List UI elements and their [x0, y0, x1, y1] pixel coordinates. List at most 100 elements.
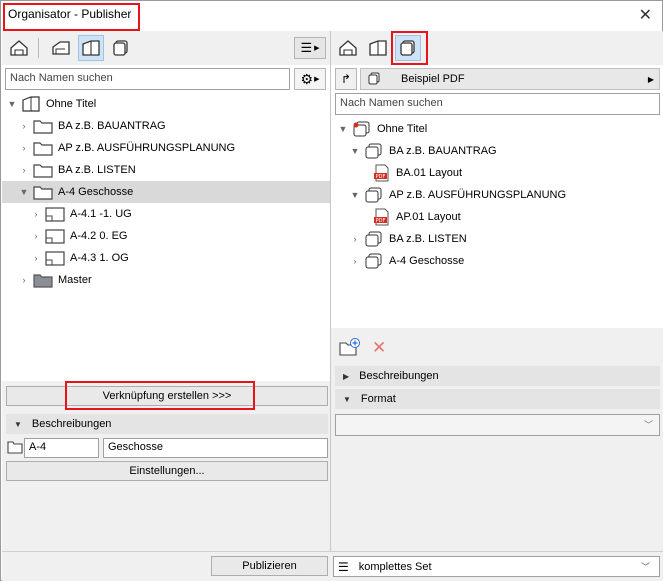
- right-format-header[interactable]: ▼ Format: [335, 389, 660, 409]
- layout-book-tab[interactable]: [78, 35, 104, 61]
- tree-item-label: BA z.B. LISTEN: [389, 233, 467, 245]
- chevron-down-icon: ﹀: [640, 562, 650, 572]
- view-map-tab[interactable]: [48, 35, 74, 61]
- project-map-icon: [10, 40, 28, 56]
- publisher-item-pdf[interactable]: PDF BA.01 Layout: [331, 162, 663, 184]
- tree-item-label: AP.01 Layout: [396, 211, 461, 223]
- left-descriptions-header[interactable]: ▼ Beschreibungen: [6, 414, 328, 434]
- tree-item-label: A-4.1 -1. UG: [70, 208, 132, 220]
- right-pane: ↱ Beispiel PDF ▶ Nach Namen suchen ▼ Ohn…: [331, 31, 663, 551]
- publisher-item-folder[interactable]: ▼ BA z.B. BAUANTRAG: [331, 140, 663, 162]
- tree-item-label: BA z.B. BAUANTRAG: [58, 120, 166, 132]
- publisher-folder-icon: [364, 231, 384, 247]
- right-search-input[interactable]: Nach Namen suchen: [335, 93, 660, 115]
- chevron-right-icon[interactable]: ›: [349, 234, 361, 244]
- tree-item-label: AP z.B. AUSFÜHRUNGSPLANUNG: [58, 142, 236, 154]
- chevron-right-icon[interactable]: ›: [18, 165, 30, 175]
- folder-icon: [33, 162, 53, 178]
- project-map-icon: [339, 40, 357, 56]
- tree-item-layout[interactable]: › A-4.3 1. OG: [2, 247, 330, 269]
- chevron-right-icon[interactable]: ›: [30, 231, 42, 241]
- folder-icon: [33, 184, 53, 200]
- chevron-right-icon[interactable]: ›: [18, 143, 30, 153]
- publisher-item-root[interactable]: ▼ Ohne Titel: [331, 118, 663, 140]
- tree-item-layout[interactable]: › A-4.2 0. EG: [2, 225, 330, 247]
- publisher-set-label: Beispiel PDF: [401, 73, 465, 85]
- up-level-button[interactable]: ↱: [335, 68, 357, 90]
- left-toolbar: ☰ ▶: [2, 31, 330, 65]
- publisher-item-folder[interactable]: › BA z.B. LISTEN: [331, 228, 663, 250]
- publisher-sets-tab[interactable]: [108, 35, 134, 61]
- tree-item-subset[interactable]: › AP z.B. AUSFÜHRUNGSPLANUNG: [2, 137, 330, 159]
- tree-item-subset[interactable]: › BA z.B. BAUANTRAG: [2, 115, 330, 137]
- chevron-down-icon[interactable]: ▼: [18, 187, 30, 197]
- section-label: Beschreibungen: [31, 418, 112, 430]
- publisher-set-dropdown[interactable]: Beispiel PDF ▶: [360, 68, 660, 90]
- publisher-folder-icon: [364, 187, 384, 203]
- delete-icon[interactable]: ✕: [372, 338, 386, 358]
- chevron-down-icon[interactable]: ▼: [6, 99, 18, 109]
- pdf-icon: PDF: [373, 164, 391, 182]
- left-pane: ☰ ▶ Nach Namen suchen ⚙ ▶ ▼ Ohne Titel › B…: [2, 31, 330, 551]
- tree-item-label: A-4.2 0. EG: [70, 230, 128, 242]
- tree-item-label: Ohne Titel: [46, 98, 97, 110]
- tree-item-subset-selected[interactable]: ▼ A-4 Geschosse: [2, 181, 330, 203]
- tree-item-label: BA z.B. LISTEN: [58, 164, 136, 176]
- project-map-tab[interactable]: [335, 35, 361, 61]
- section-label: Format: [360, 393, 396, 405]
- publisher-tab-highlight: [391, 31, 428, 65]
- tree-item-label: A-4 Geschosse: [389, 255, 465, 267]
- set-select[interactable]: ☰ komplettes Set ﹀: [333, 556, 660, 577]
- close-icon[interactable]: ✕: [639, 5, 652, 25]
- publish-button[interactable]: Publizieren: [211, 556, 328, 576]
- left-search-input[interactable]: Nach Namen suchen: [5, 68, 290, 90]
- chevron-right-icon[interactable]: ›: [349, 256, 361, 266]
- publisher-item-folder[interactable]: ▼ AP z.B. AUSFÜHRUNGSPLANUNG: [331, 184, 663, 206]
- triangle-right-icon: ▶: [343, 371, 350, 381]
- tree-item-label: Master: [58, 274, 92, 286]
- organizer-window: Organisator - Publisher ✕ ☰ ▶ Nach Namen…: [0, 0, 663, 581]
- chevron-right-icon: ▶: [314, 45, 320, 52]
- id-field[interactable]: A-4: [24, 438, 99, 458]
- svg-text:PDF: PDF: [376, 174, 386, 180]
- tree-item-label: BA.01 Layout: [396, 167, 463, 179]
- hamburger-icon: ☰: [300, 40, 313, 55]
- layout-icon: [45, 250, 65, 266]
- chevron-right-icon[interactable]: ›: [30, 209, 42, 219]
- chevron-right-icon[interactable]: ›: [18, 121, 30, 131]
- chevron-right-icon[interactable]: ›: [18, 275, 30, 285]
- search-settings-button[interactable]: ⚙ ▶: [294, 68, 326, 90]
- publisher-sets-icon: [367, 72, 381, 86]
- layout-book-icon: [369, 40, 387, 56]
- layout-book-tab[interactable]: [365, 35, 391, 61]
- tree-item-master[interactable]: › Master: [2, 269, 330, 291]
- publisher-item-folder[interactable]: › A-4 Geschosse: [331, 250, 663, 272]
- chevron-right-icon[interactable]: ›: [30, 253, 42, 263]
- view-map-icon: [52, 41, 70, 55]
- pane-menu-button[interactable]: ☰ ▶: [294, 37, 326, 59]
- publisher-folder-icon: [364, 143, 384, 159]
- settings-button[interactable]: Einstellungen...: [6, 461, 328, 481]
- tree-item-label: A-4 Geschosse: [58, 186, 134, 198]
- layout-book-icon: [21, 96, 41, 112]
- chevron-down-icon[interactable]: ▼: [349, 146, 361, 156]
- tree-item-root[interactable]: ▼ Ohne Titel: [2, 93, 330, 115]
- layout-icon: [45, 206, 65, 222]
- tree-item-layout[interactable]: › A-4.1 -1. UG: [2, 203, 330, 225]
- chevron-down-icon[interactable]: ▼: [337, 124, 349, 134]
- right-bottom-panel: [331, 328, 663, 551]
- format-select[interactable]: ﹀: [335, 414, 660, 436]
- layout-icon: [45, 228, 65, 244]
- new-folder-icon[interactable]: [339, 338, 361, 359]
- title-highlight: [3, 3, 140, 31]
- chevron-down-icon[interactable]: ▼: [349, 190, 361, 200]
- publisher-item-pdf[interactable]: PDF AP.01 Layout: [331, 206, 663, 228]
- folder-icon: [7, 440, 23, 457]
- name-field[interactable]: Geschosse: [103, 438, 328, 458]
- publisher-root-icon: [352, 121, 372, 137]
- right-descriptions-header[interactable]: ▶ Beschreibungen: [335, 366, 660, 386]
- project-map-tab[interactable]: [6, 35, 32, 61]
- tree-item-subset[interactable]: › BA z.B. LISTEN: [2, 159, 330, 181]
- set-select-label: komplettes Set: [358, 560, 432, 573]
- bottom-bar: Publizieren ☰ komplettes Set ﹀: [2, 551, 663, 581]
